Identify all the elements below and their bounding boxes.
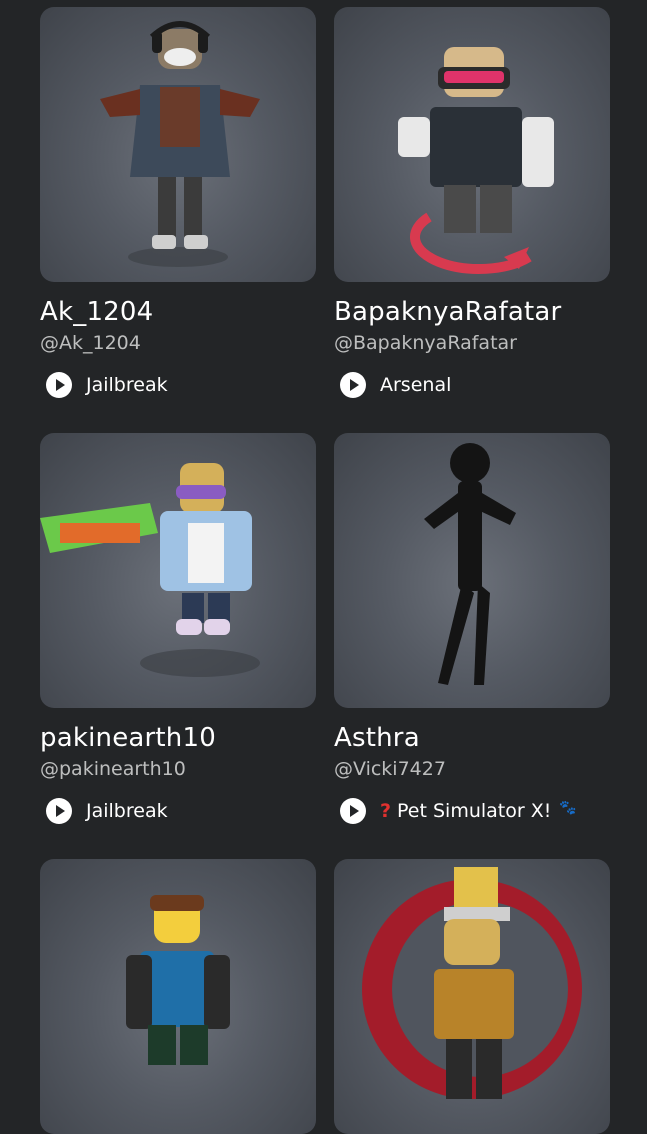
avatar-figure — [40, 463, 260, 677]
avatar-thumbnail[interactable] — [40, 433, 316, 708]
avatar-thumbnail[interactable] — [40, 7, 316, 282]
game-name[interactable]: Jailbreak — [86, 800, 168, 822]
avatar-figure — [424, 443, 516, 685]
username: @Ak_1204 — [40, 332, 141, 354]
avatar-thumbnail[interactable] — [334, 859, 610, 1134]
paw-icon: 🐾 — [559, 800, 577, 816]
game-name[interactable]: Arsenal — [380, 374, 451, 396]
playing-game[interactable]: Jailbreak — [40, 370, 316, 400]
friends-grid: Ak_1204 @Ak_1204 Jailbreak BapaknyaRafat… — [0, 0, 647, 1134]
friend-card-6[interactable] — [334, 859, 610, 1134]
friend-card-asthra[interactable]: Asthra @Vicki7427 ? Pet Simulator X! 🐾 — [334, 433, 610, 826]
playing-game[interactable]: Arsenal — [334, 370, 610, 400]
avatar-thumbnail[interactable] — [334, 7, 610, 282]
playing-game[interactable]: Jailbreak — [40, 796, 316, 826]
friend-card-pakinearth10[interactable]: pakinearth10 @pakinearth10 Jailbreak — [40, 433, 316, 826]
friend-card-ak1204[interactable]: Ak_1204 @Ak_1204 Jailbreak — [40, 7, 316, 400]
play-icon[interactable] — [340, 798, 366, 824]
username: @Vicki7427 — [334, 758, 446, 780]
game-title: Pet Simulator X! — [397, 800, 552, 822]
friend-card-bapaknyarafatar[interactable]: BapaknyaRafatar @BapaknyaRafatar Arsenal — [334, 7, 610, 400]
avatar-thumbnail[interactable] — [334, 433, 610, 708]
play-icon[interactable] — [46, 372, 72, 398]
display-name[interactable]: pakinearth10 — [40, 722, 316, 754]
game-prefix: ? — [380, 800, 392, 822]
display-name[interactable]: Ak_1204 — [40, 296, 316, 328]
display-name[interactable]: Asthra — [334, 722, 610, 754]
avatar-figure — [362, 867, 582, 1099]
display-name[interactable]: BapaknyaRafatar — [334, 296, 610, 328]
play-icon[interactable] — [46, 798, 72, 824]
friend-card-5[interactable] — [40, 859, 316, 1134]
avatar-figure — [398, 47, 554, 275]
game-name[interactable]: ? Pet Simulator X! 🐾 — [380, 800, 577, 822]
avatar-thumbnail[interactable] — [40, 859, 316, 1134]
playing-game[interactable]: ? Pet Simulator X! 🐾 — [334, 796, 610, 826]
avatar-figure — [126, 895, 230, 1065]
avatar-figure — [100, 21, 260, 267]
username: @BapaknyaRafatar — [334, 332, 517, 354]
play-icon[interactable] — [340, 372, 366, 398]
username: @pakinearth10 — [40, 758, 186, 780]
game-name[interactable]: Jailbreak — [86, 374, 168, 396]
